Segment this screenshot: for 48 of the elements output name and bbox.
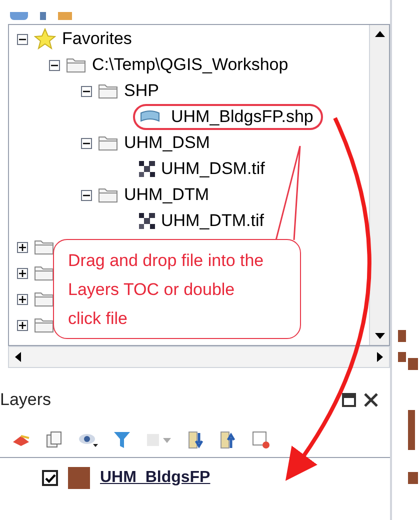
horizontal-scrollbar[interactable] — [8, 346, 390, 368]
tree-item[interactable]: UHM_DSM — [124, 132, 210, 154]
collapse-icon[interactable] — [17, 34, 28, 44]
polygon-layer-icon — [139, 110, 161, 124]
tree-item[interactable]: UHM_BldgsFP.shp — [133, 104, 324, 130]
folder-icon — [34, 317, 54, 333]
filter-icon[interactable] — [114, 430, 130, 448]
tree-item[interactable]: UHM_DSM.tif — [161, 158, 265, 180]
scroll-right-icon[interactable] — [377, 352, 383, 362]
collapse-icon[interactable] — [81, 86, 92, 96]
folder-icon — [66, 57, 86, 73]
folder-icon — [34, 239, 54, 255]
tree-item[interactable]: UHM_DTM — [124, 184, 209, 206]
tree-item[interactable]: UHM_DTM.tif — [161, 210, 264, 232]
vertical-scrollbar[interactable] — [369, 25, 389, 345]
tree-item[interactable]: Favorites — [62, 28, 132, 50]
layer-name[interactable]: UHM_BldgsFP — [100, 466, 210, 490]
eye-icon[interactable] — [78, 432, 98, 448]
scroll-left-icon[interactable] — [15, 352, 21, 362]
scroll-down-icon[interactable] — [374, 333, 384, 339]
float-panel-icon[interactable] — [342, 393, 356, 407]
folder-icon — [98, 135, 118, 151]
scroll-up-icon[interactable] — [374, 31, 384, 37]
panel-title: Layers — [0, 389, 52, 412]
folder-icon — [34, 291, 54, 307]
expand-icon[interactable] — [17, 320, 28, 330]
collapse-icon[interactable] — [81, 190, 92, 200]
expand-icon[interactable] — [17, 294, 28, 304]
toolbar-icon[interactable] — [10, 12, 28, 20]
star-icon — [34, 28, 56, 50]
remove-layer-icon[interactable] — [252, 430, 270, 448]
folder-icon — [98, 187, 118, 203]
collapse-icon[interactable] — [49, 60, 60, 70]
folder-icon — [34, 265, 54, 281]
expand-icon[interactable] — [17, 242, 28, 252]
close-icon[interactable] — [364, 393, 378, 407]
layer-checkbox[interactable] — [42, 470, 58, 486]
raster-icon — [139, 213, 155, 229]
tree-item[interactable]: SHP — [124, 80, 159, 102]
expand-all-icon[interactable] — [188, 430, 204, 448]
collapse-icon[interactable] — [81, 138, 92, 148]
folder-icon — [98, 83, 118, 99]
tree-item[interactable]: C:\Temp\QGIS_Workshop — [92, 54, 288, 76]
expand-icon[interactable] — [17, 268, 28, 278]
raster-icon — [139, 161, 155, 177]
callout-bubble: Drag and drop file into the Layers TOC or double click file — [53, 239, 301, 339]
collapse-all-icon[interactable] — [220, 430, 236, 448]
add-group-icon[interactable] — [46, 430, 62, 448]
